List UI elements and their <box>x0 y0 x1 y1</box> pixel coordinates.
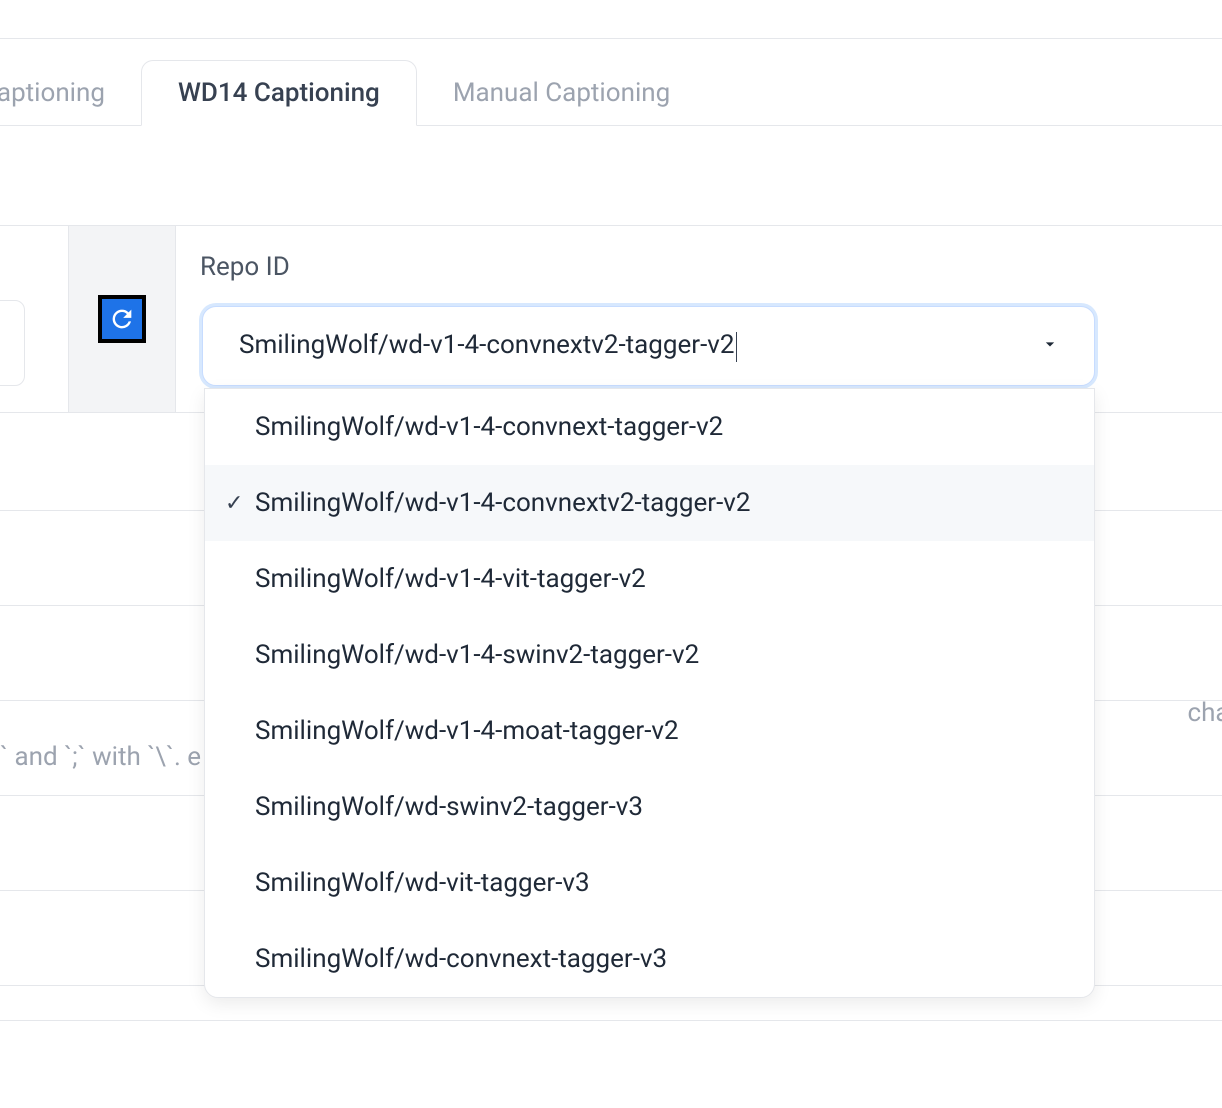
tab-captioning[interactable]: Captioning <box>0 60 141 126</box>
repo-id-label: Repo ID <box>200 252 290 282</box>
repo-id-select[interactable]: SmilingWolf/wd-v1-4-convnextv2-tagger-v2 <box>202 306 1095 386</box>
background-hint-right: chara <box>1187 698 1222 728</box>
background-hint-left: ` and `;` with `\`. e <box>0 742 201 772</box>
refresh-button[interactable] <box>98 295 146 343</box>
refresh-column <box>68 226 176 412</box>
repo-id-selected-value: SmilingWolf/wd-v1-4-convnextv2-tagger-v2 <box>239 330 737 361</box>
partial-left-panel <box>0 300 25 386</box>
repo-option-label: SmilingWolf/wd-v1-4-convnextv2-tagger-v2 <box>255 488 751 518</box>
repo-option[interactable]: SmilingWolf/wd-v1-4-swinv2-tagger-v2 <box>205 617 1094 693</box>
divider <box>0 1020 1222 1021</box>
tab-manual-captioning[interactable]: Manual Captioning <box>417 60 706 126</box>
tab-label: Captioning <box>0 78 105 108</box>
tab-label: WD14 Captioning <box>178 78 380 108</box>
repo-option-label: SmilingWolf/wd-swinv2-tagger-v3 <box>255 792 643 822</box>
repo-option[interactable]: SmilingWolf/wd-swinv2-tagger-v3 <box>205 769 1094 845</box>
repo-option-label: SmilingWolf/wd-v1-4-moat-tagger-v2 <box>255 716 679 746</box>
repo-option-label: SmilingWolf/wd-v1-4-convnext-tagger-v2 <box>255 412 723 442</box>
repo-option-label: SmilingWolf/wd-v1-4-vit-tagger-v2 <box>255 564 646 594</box>
check-icon: ✓ <box>225 491 243 516</box>
tab-bar: Captioning WD14 Captioning Manual Captio… <box>0 56 1222 126</box>
repo-option-label: SmilingWolf/wd-convnext-tagger-v3 <box>255 944 667 974</box>
top-divider <box>0 38 1222 39</box>
repo-option[interactable]: SmilingWolf/wd-v1-4-convnext-tagger-v2 <box>205 389 1094 465</box>
repo-option-label: SmilingWolf/wd-v1-4-swinv2-tagger-v2 <box>255 640 699 670</box>
repo-option-label: SmilingWolf/wd-vit-tagger-v3 <box>255 868 590 898</box>
repo-option[interactable]: SmilingWolf/wd-v1-4-moat-tagger-v2 <box>205 693 1094 769</box>
tab-label: Manual Captioning <box>453 78 670 108</box>
tab-wd14-captioning[interactable]: WD14 Captioning <box>141 60 417 126</box>
repo-id-dropdown: SmilingWolf/wd-v1-4-convnext-tagger-v2 ✓… <box>204 388 1095 998</box>
divider <box>0 225 1222 226</box>
refresh-icon <box>102 299 142 339</box>
repo-option[interactable]: SmilingWolf/wd-convnext-tagger-v3 <box>205 921 1094 997</box>
chevron-down-icon <box>1040 331 1060 361</box>
repo-option[interactable]: SmilingWolf/wd-v1-4-vit-tagger-v2 <box>205 541 1094 617</box>
repo-option[interactable]: ✓ SmilingWolf/wd-v1-4-convnextv2-tagger-… <box>205 465 1094 541</box>
repo-option[interactable]: SmilingWolf/wd-vit-tagger-v3 <box>205 845 1094 921</box>
